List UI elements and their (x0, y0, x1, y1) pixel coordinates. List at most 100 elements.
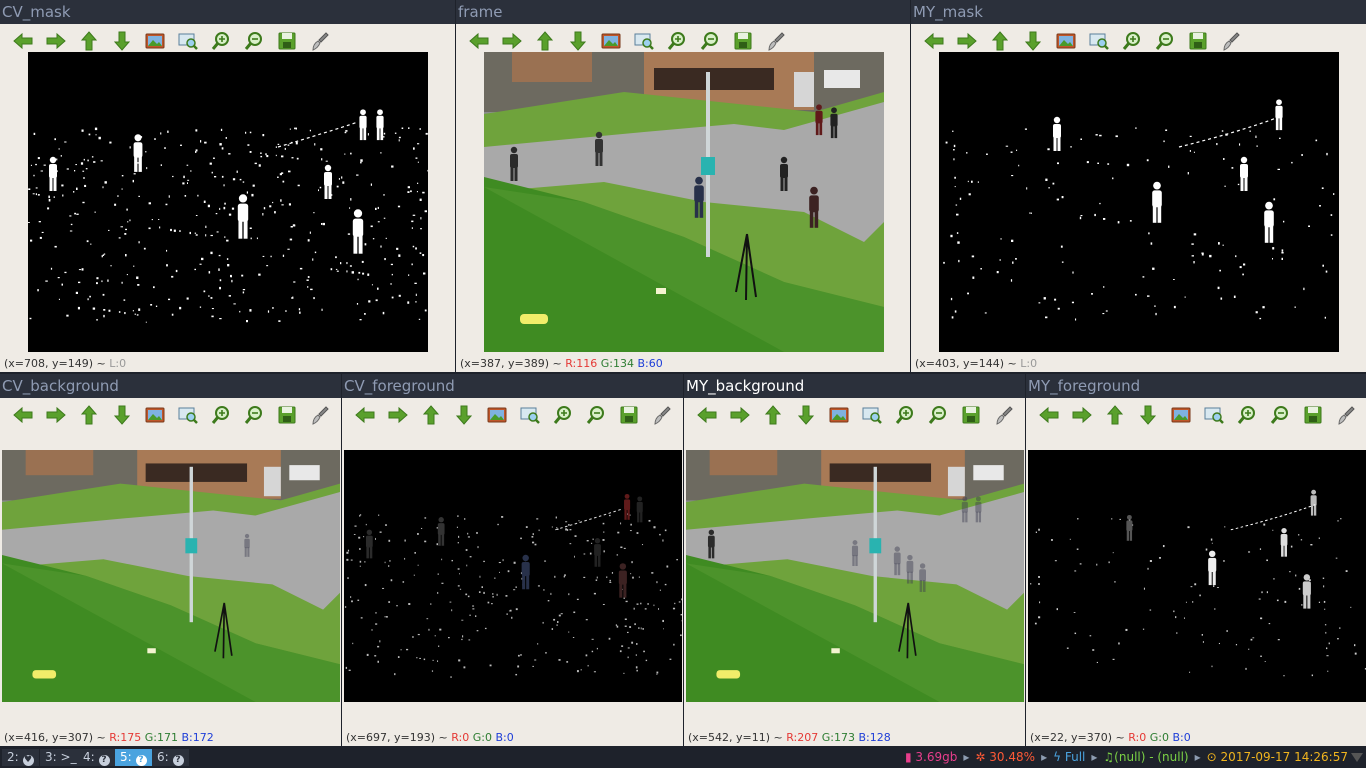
toolbar (692, 402, 1019, 428)
save-button[interactable] (272, 28, 302, 54)
arrow-down-icon (569, 31, 587, 51)
zoom-region-button[interactable] (1199, 402, 1229, 428)
brush-button[interactable] (305, 28, 335, 54)
zoom-region-button[interactable] (629, 28, 659, 54)
arrow-left-button[interactable] (919, 28, 949, 54)
image-button[interactable] (140, 28, 170, 54)
brush-button[interactable] (1216, 28, 1246, 54)
arrow-down-button[interactable] (1018, 28, 1048, 54)
workspace-4[interactable]: 4: ? (78, 749, 115, 766)
zoom-out-button[interactable] (239, 402, 269, 428)
arrow-left-button[interactable] (1034, 402, 1064, 428)
zoom-region-button[interactable] (1084, 28, 1114, 54)
save-button[interactable] (272, 402, 302, 428)
zoom-out-button[interactable] (1265, 402, 1295, 428)
image-view[interactable] (1028, 450, 1366, 702)
tray-dropdown-icon[interactable] (1351, 753, 1363, 762)
window-my-foreground[interactable]: MY_foreground (x=22, y=370) ~ R:0 G:0 B:… (1026, 374, 1366, 746)
save-icon (620, 406, 638, 424)
workspace-2[interactable]: 2: ♥ (2, 749, 39, 766)
workspace-6[interactable]: 6: ? (152, 749, 189, 766)
arrow-right-button[interactable] (41, 28, 71, 54)
arrow-down-button[interactable] (449, 402, 479, 428)
arrow-left-button[interactable] (692, 402, 722, 428)
arrow-down-button[interactable] (563, 28, 593, 54)
arrow-left-button[interactable] (8, 402, 38, 428)
window-cv-foreground[interactable]: CV_foreground (x=697, y=193) ~ R:0 G:0 B… (342, 374, 683, 746)
arrow-up-button[interactable] (985, 28, 1015, 54)
window-cv-background[interactable]: CV_background (x=416, y=307) ~ R:175 G:1… (0, 374, 341, 746)
image-button[interactable] (482, 402, 512, 428)
image-button[interactable] (1051, 28, 1081, 54)
zoom-out-button[interactable] (239, 28, 269, 54)
arrow-right-button[interactable] (41, 402, 71, 428)
save-button[interactable] (956, 402, 986, 428)
arrow-down-button[interactable] (107, 28, 137, 54)
zoom-region-button[interactable] (173, 402, 203, 428)
arrow-down-button[interactable] (107, 402, 137, 428)
arrow-left-button[interactable] (350, 402, 380, 428)
brush-button[interactable] (989, 402, 1019, 428)
zoom-out-button[interactable] (695, 28, 725, 54)
arrow-up-icon (80, 405, 98, 425)
brush-button[interactable] (761, 28, 791, 54)
zoom-in-button[interactable] (662, 28, 692, 54)
arrow-up-button[interactable] (416, 402, 446, 428)
arrow-down-button[interactable] (791, 402, 821, 428)
zoom-in-button[interactable] (1232, 402, 1262, 428)
zoom-in-button[interactable] (548, 402, 578, 428)
arrow-down-icon (113, 405, 131, 425)
arrow-right-button[interactable] (1067, 402, 1097, 428)
arrow-right-icon (388, 406, 408, 424)
arrow-down-icon (455, 405, 473, 425)
image-button[interactable] (824, 402, 854, 428)
save-button[interactable] (614, 402, 644, 428)
arrow-left-button[interactable] (8, 28, 38, 54)
zoom-in-button[interactable] (206, 28, 236, 54)
image-view[interactable] (939, 52, 1339, 352)
brush-button[interactable] (647, 402, 677, 428)
save-button[interactable] (1298, 402, 1328, 428)
image-button[interactable] (1166, 402, 1196, 428)
workspace-3[interactable]: 3: >_ (40, 749, 82, 766)
arrow-right-button[interactable] (497, 28, 527, 54)
save-button[interactable] (1183, 28, 1213, 54)
zoom-in-button[interactable] (1117, 28, 1147, 54)
zoom-out-button[interactable] (923, 402, 953, 428)
arrow-up-button[interactable] (74, 402, 104, 428)
zoom-region-button[interactable] (173, 28, 203, 54)
window-frame[interactable]: frame (x=387, y=389) ~ R:116 G:134 B:60 (456, 0, 910, 372)
arrow-right-button[interactable] (725, 402, 755, 428)
image-view[interactable] (344, 450, 682, 702)
window-cv-mask[interactable]: CV_mask (x=708, y=149) ~ L:0 (0, 0, 455, 372)
zoom-out-button[interactable] (581, 402, 611, 428)
zoom-in-button[interactable] (206, 402, 236, 428)
zoom-region-button[interactable] (515, 402, 545, 428)
arrow-down-icon (1139, 405, 1157, 425)
zoom-region-button[interactable] (857, 402, 887, 428)
arrow-down-button[interactable] (1133, 402, 1163, 428)
arrow-right-button[interactable] (383, 402, 413, 428)
zoom-in-button[interactable] (890, 402, 920, 428)
image-view[interactable] (28, 52, 428, 352)
zoom-out-button[interactable] (1150, 28, 1180, 54)
window-my-mask[interactable]: MY_mask (x=403, y=144) ~ L:0 (911, 0, 1366, 372)
image-view[interactable] (686, 450, 1024, 702)
brush-button[interactable] (305, 402, 335, 428)
image-view[interactable] (2, 450, 340, 702)
arrow-up-button[interactable] (74, 28, 104, 54)
arrow-right-icon (46, 406, 66, 424)
window-my-background[interactable]: MY_background (x=542, y=11) ~ R:207 G:17… (684, 374, 1025, 746)
workspace-5[interactable]: 5: ? (115, 749, 152, 766)
arrow-up-button[interactable] (530, 28, 560, 54)
image-view[interactable] (484, 52, 884, 352)
brush-button[interactable] (1331, 402, 1361, 428)
arrow-up-button[interactable] (1100, 402, 1130, 428)
image-button[interactable] (596, 28, 626, 54)
arrow-up-button[interactable] (758, 402, 788, 428)
arrow-right-button[interactable] (952, 28, 982, 54)
arrow-left-button[interactable] (464, 28, 494, 54)
image-button[interactable] (140, 402, 170, 428)
separator-icon: ▸ (1041, 750, 1048, 764)
save-button[interactable] (728, 28, 758, 54)
